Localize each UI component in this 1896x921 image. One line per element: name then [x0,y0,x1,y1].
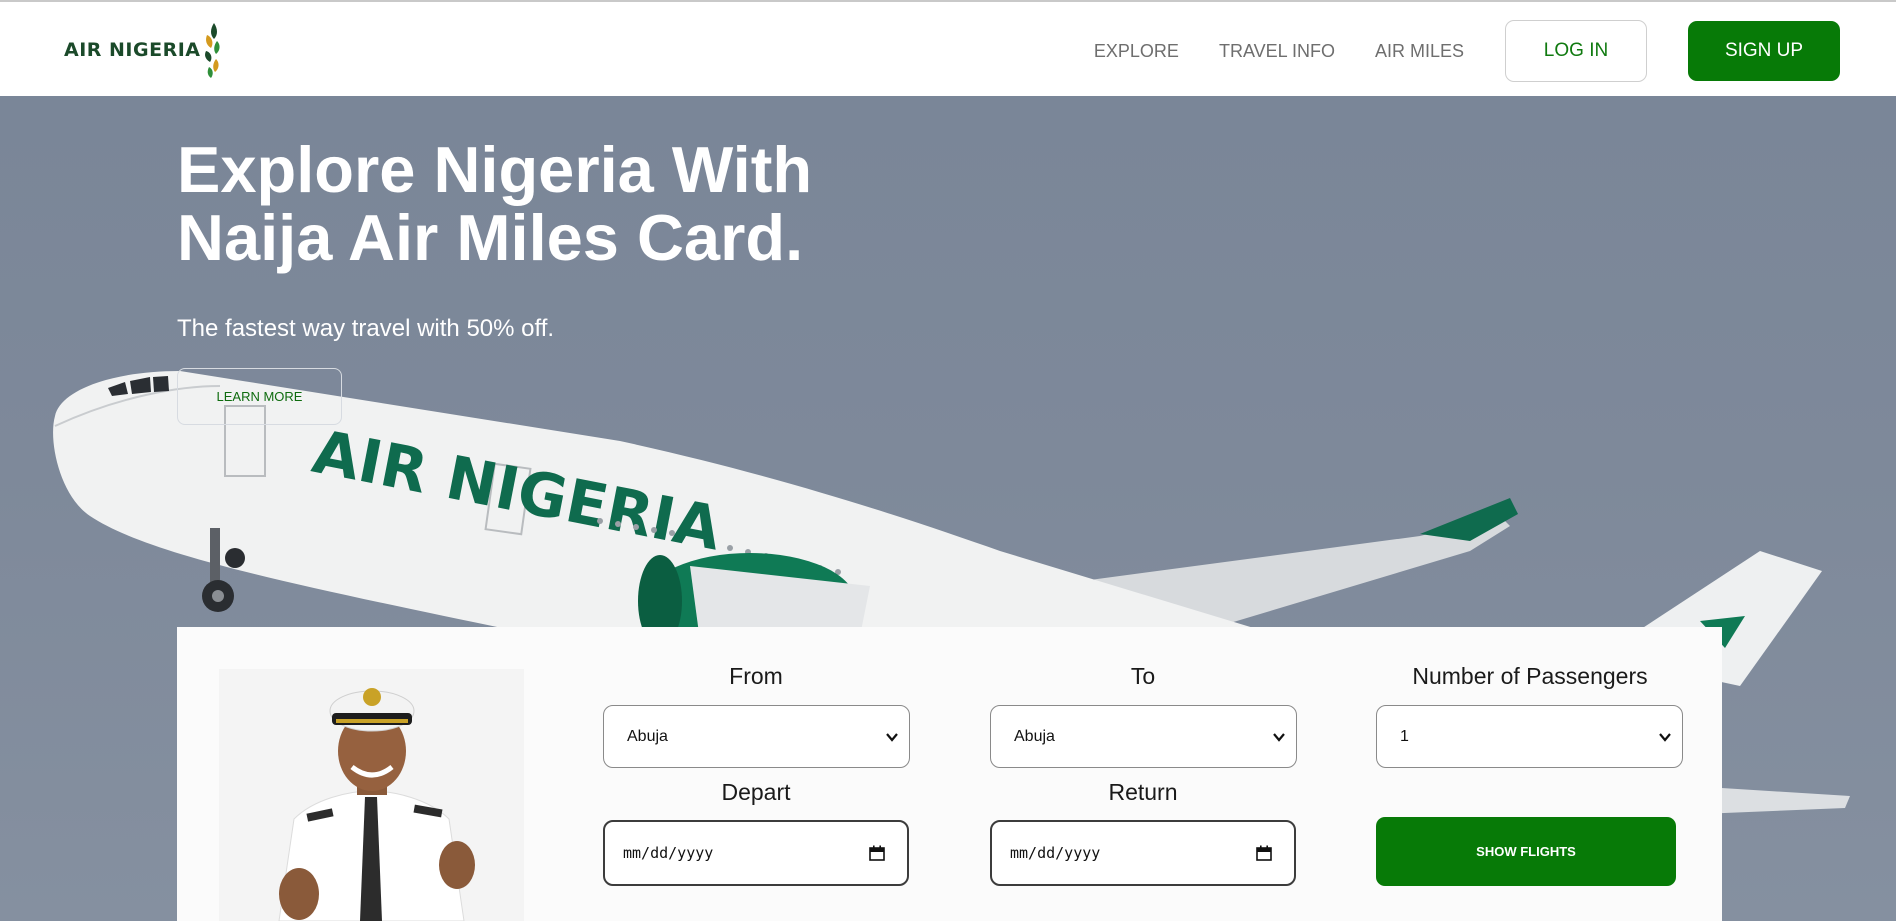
pilot-image [219,669,524,921]
depart-label: Depart [721,779,791,805]
main-nav: EXPLORE TRAVEL INFO AIR MILES LOG IN SIG… [1094,20,1840,82]
to-select-value: Abuja [1014,727,1055,745]
to-select[interactable]: Abuja [990,705,1297,768]
pilot-illustration [219,669,524,921]
nav-link-explore[interactable]: EXPLORE [1094,41,1179,62]
hero-title: Explore Nigeria With Naija Air Miles Car… [177,136,937,272]
from-label: From [729,663,783,689]
nav-link-air-miles[interactable]: AIR MILES [1375,41,1464,62]
to-label: To [1130,663,1156,689]
calendar-icon[interactable] [869,845,885,861]
depart-date-input[interactable]: mm/dd/yyyy [603,820,909,886]
chevron-down-icon [1273,733,1285,742]
chevron-down-icon [886,733,898,742]
hero-title-line-1: Explore Nigeria With [177,133,813,206]
site-header: AIR NIGERIA EXPLORE TRAVEL INFO AIR MILE… [0,0,1896,96]
return-date-placeholder: mm/dd/yyyy [1010,844,1101,862]
depart-date-placeholder: mm/dd/yyyy [623,844,714,862]
brand-logo[interactable]: AIR NIGERIA [64,20,222,80]
from-select[interactable]: Abuja [603,705,910,768]
learn-more-button[interactable]: LEARN MORE [177,368,342,425]
passengers-label: Number of Passengers [1412,663,1648,689]
passengers-select-value: 1 [1400,727,1409,745]
passengers-select[interactable]: 1 [1376,705,1683,768]
hero-subtitle: The fastest way travel with 50% off. [177,315,555,342]
signup-button[interactable]: SIGN UP [1688,21,1840,81]
return-date-input[interactable]: mm/dd/yyyy [990,820,1296,886]
return-label: Return [1108,779,1178,805]
flight-search-panel: From Abuja To Abuja Number of Passengers… [177,627,1722,921]
calendar-icon[interactable] [1256,845,1272,861]
brand-name: AIR NIGERIA [64,39,201,61]
nav-link-travel-info[interactable]: TRAVEL INFO [1219,41,1335,62]
show-flights-button[interactable]: SHOW FLIGHTS [1376,817,1676,886]
login-button[interactable]: LOG IN [1505,20,1647,82]
hero-title-line-2: Naija Air Miles Card. [177,201,804,274]
from-select-value: Abuja [627,727,668,745]
chevron-down-icon [1659,733,1671,742]
logo-leaf-icon [205,23,221,78]
